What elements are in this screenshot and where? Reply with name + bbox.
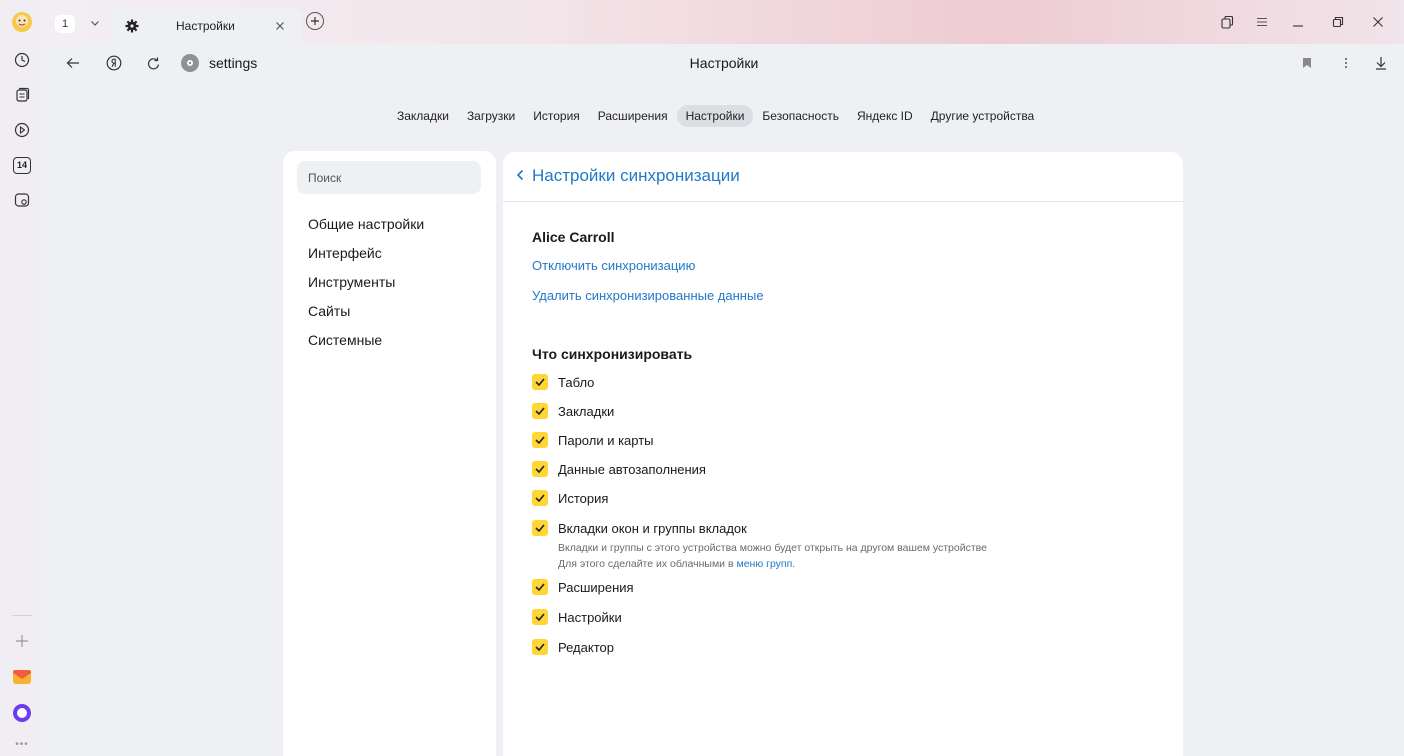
alice-icon[interactable] <box>9 700 35 726</box>
minimize-icon[interactable] <box>1288 12 1308 32</box>
delete-synced-data-link[interactable]: Удалить синхронизированные данные <box>532 288 764 303</box>
sync-option-settings[interactable]: Настройки <box>532 607 622 627</box>
nav-bookmarks[interactable]: Закладки <box>388 105 458 127</box>
sidebar-item-system[interactable]: Системные <box>308 332 382 348</box>
sync-option-passwords[interactable]: Пароли и карты <box>532 430 654 450</box>
add-icon[interactable] <box>9 628 35 654</box>
option-label: Редактор <box>558 639 614 655</box>
nav-downloads[interactable]: Загрузки <box>458 105 524 127</box>
checkbox-checked-icon[interactable] <box>532 461 548 477</box>
option-label: История <box>558 490 609 506</box>
sync-settings-panel: Настройки синхронизации Alice Carroll От… <box>503 152 1183 756</box>
calendar-icon[interactable]: 14 <box>9 152 35 178</box>
restore-icon[interactable] <box>1328 12 1348 32</box>
tab-panel-icon[interactable] <box>1217 12 1237 32</box>
sync-option-tabs[interactable]: Вкладки окон и группы вкладок <box>532 518 747 538</box>
disable-sync-link[interactable]: Отключить синхронизацию <box>532 258 695 273</box>
sidebar-item-sites[interactable]: Сайты <box>308 303 350 319</box>
tabs-hint-prefix: Для этого сделайте их облачными в <box>558 558 737 570</box>
checkbox-checked-icon[interactable] <box>532 639 548 655</box>
option-label: Расширения <box>558 579 634 595</box>
option-label: Данные автозаполнения <box>558 461 706 477</box>
tabs-hint-line2: Для этого сделайте их облачными в меню г… <box>558 558 795 570</box>
window-close-icon[interactable] <box>1368 12 1388 32</box>
sync-option-extensions[interactable]: Расширения <box>532 577 634 597</box>
more-vertical-icon[interactable] <box>1337 54 1355 72</box>
play-icon[interactable] <box>9 117 35 143</box>
new-tab-button[interactable] <box>306 12 324 30</box>
screenshot-icon[interactable] <box>9 187 35 213</box>
checkbox-checked-icon[interactable] <box>532 520 548 536</box>
collections-icon[interactable] <box>9 82 35 108</box>
nav-other-devices[interactable]: Другие устройства <box>922 105 1044 127</box>
checkbox-checked-icon[interactable] <box>532 579 548 595</box>
tab-count-badge[interactable]: 1 <box>55 15 75 33</box>
option-label: Вкладки окон и группы вкладок <box>558 520 747 536</box>
gear-icon <box>124 18 140 34</box>
nav-settings[interactable]: Настройки <box>676 105 754 127</box>
what-to-sync-heading: Что синхронизировать <box>532 346 693 362</box>
settings-category-nav: Закладки Загрузки История Расширения Нас… <box>388 104 1043 128</box>
account-name: Alice Carroll <box>532 229 615 245</box>
sync-option-history[interactable]: История <box>532 488 608 508</box>
search-input[interactable] <box>297 161 481 194</box>
option-label: Пароли и карты <box>558 432 654 448</box>
chevron-down-icon[interactable] <box>87 15 103 31</box>
sync-option-tablo[interactable]: Табло <box>532 372 594 392</box>
back-to-settings-link[interactable]: Настройки синхронизации <box>516 166 740 186</box>
nav-security[interactable]: Безопасность <box>753 105 848 127</box>
tab-title: Настройки <box>176 19 235 33</box>
option-label: Закладки <box>558 403 615 419</box>
history-icon[interactable] <box>9 47 35 73</box>
tabs-hint-suffix: . <box>792 558 796 570</box>
panel-header: Настройки синхронизации <box>503 152 1183 202</box>
nav-history[interactable]: История <box>524 105 589 127</box>
group-menu-link[interactable]: меню групп <box>736 558 792 570</box>
menu-icon[interactable] <box>1252 12 1272 32</box>
sidebar-item-interface[interactable]: Интерфейс <box>308 245 382 261</box>
sync-option-editor[interactable]: Редактор <box>532 637 614 657</box>
mail-icon[interactable] <box>9 664 35 690</box>
sync-option-bookmarks[interactable]: Закладки <box>532 401 614 421</box>
sidebar-item-tools[interactable]: Инструменты <box>308 274 395 290</box>
tab-settings[interactable]: Настройки <box>112 8 302 44</box>
sidebar-divider <box>12 615 32 616</box>
checkbox-checked-icon[interactable] <box>532 609 548 625</box>
nav-extensions[interactable]: Расширения <box>589 105 677 127</box>
tab-strip: 1 Настройки <box>44 0 1404 44</box>
calendar-day-label: 14 <box>13 156 31 174</box>
nav-yandex-id[interactable]: Яндекс ID <box>848 105 922 127</box>
option-label: Настройки <box>558 609 622 625</box>
tabs-hint-line1: Вкладки и группы с этого устройства можн… <box>558 542 987 554</box>
settings-sidebar: Общие настройки Интерфейс Инструменты Са… <box>283 151 496 756</box>
profile-avatar-icon[interactable] <box>9 9 35 35</box>
checkbox-checked-icon[interactable] <box>532 374 548 390</box>
browser-sidebar: 14 ••• <box>0 0 44 756</box>
download-icon[interactable] <box>1372 54 1390 72</box>
chevron-left-icon <box>516 166 524 186</box>
checkbox-checked-icon[interactable] <box>532 432 548 448</box>
more-dots-icon[interactable]: ••• <box>9 736 35 752</box>
panel-title: Настройки синхронизации <box>532 166 740 185</box>
checkbox-checked-icon[interactable] <box>532 490 548 506</box>
option-label: Табло <box>558 374 595 390</box>
page-title: Настройки <box>689 55 759 71</box>
close-icon[interactable] <box>272 18 288 34</box>
bookmark-icon[interactable] <box>1298 54 1316 72</box>
checkbox-checked-icon[interactable] <box>532 403 548 419</box>
sidebar-item-general[interactable]: Общие настройки <box>308 216 424 232</box>
sync-option-autofill[interactable]: Данные автозаполнения <box>532 459 706 479</box>
address-bar: settings Настройки <box>44 44 1404 82</box>
